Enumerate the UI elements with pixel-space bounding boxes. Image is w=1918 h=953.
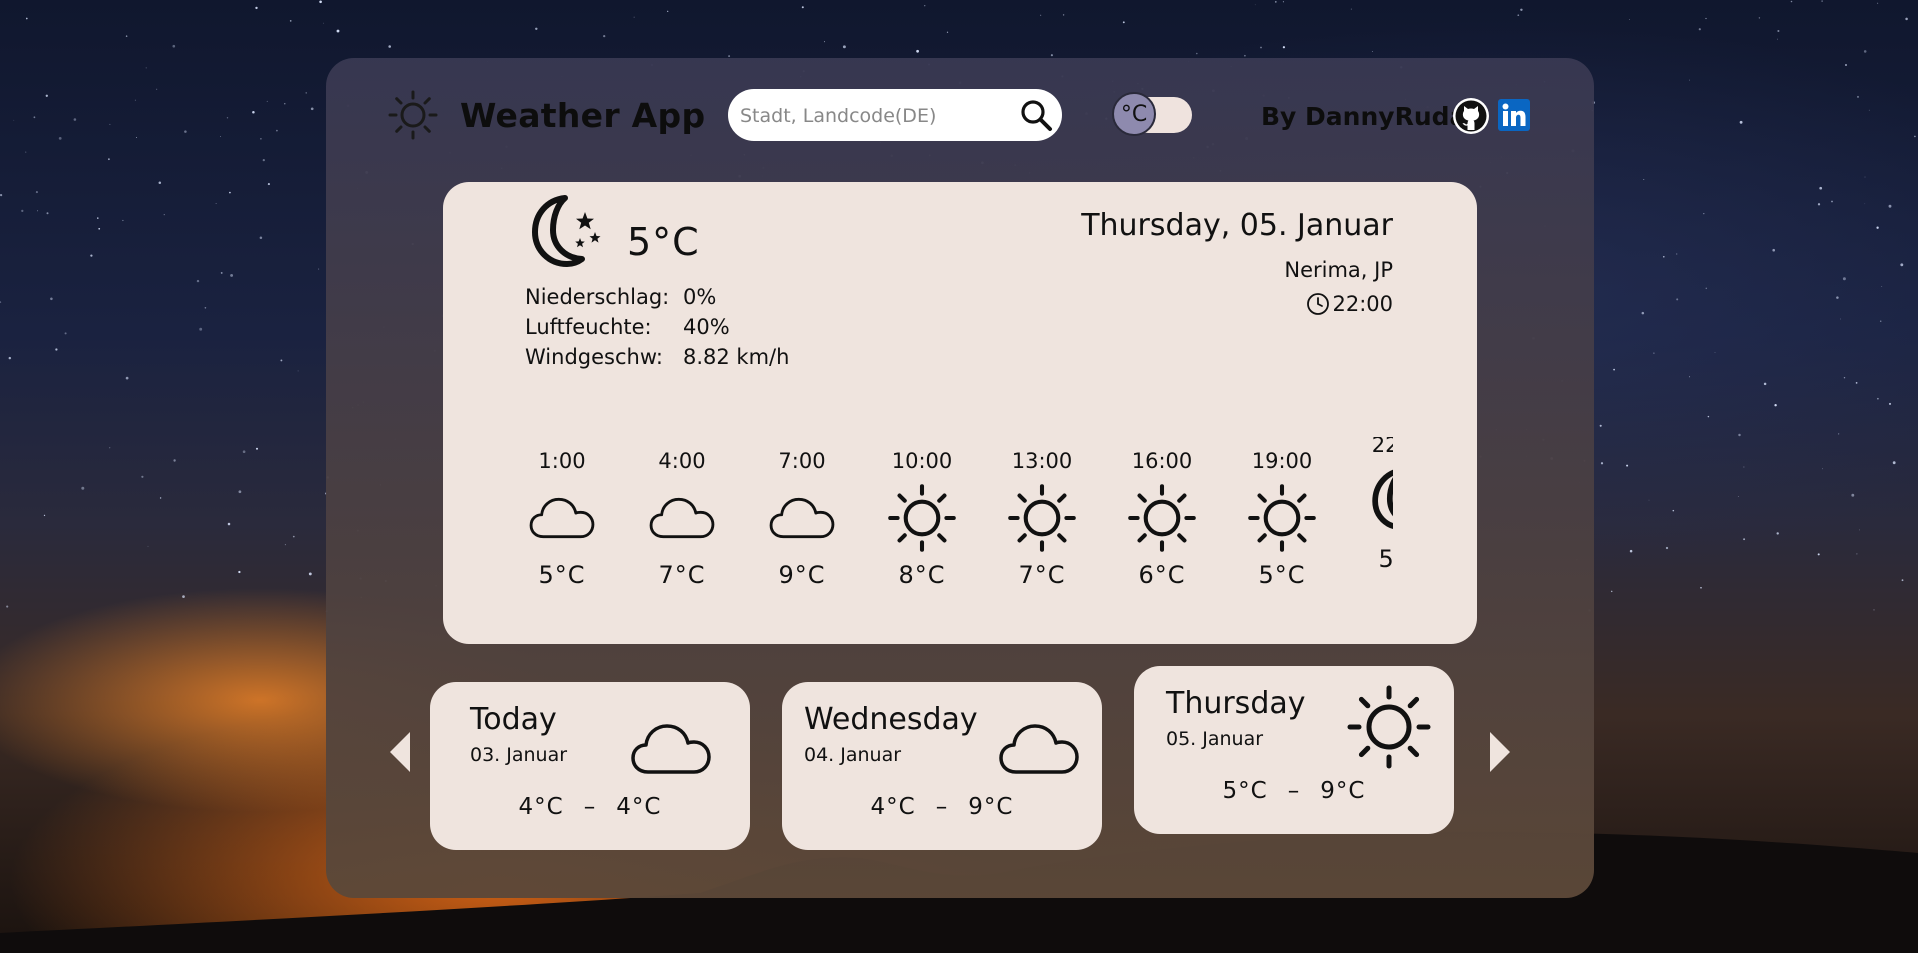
cloud-icon xyxy=(649,497,715,539)
min-temp: 5°C xyxy=(1222,778,1268,804)
hourly-temp: 6°C xyxy=(1138,561,1186,589)
min-temp: 4°C xyxy=(870,794,916,820)
day-name: Wednesday xyxy=(804,702,978,737)
hourly-item: 1:00 5°C xyxy=(525,437,599,607)
city-search-input[interactable] xyxy=(738,99,1012,133)
sun-logo-icon xyxy=(388,90,438,140)
day-name: Thursday xyxy=(1166,686,1306,721)
header: Weather App °C By DannyRuda xyxy=(326,58,1594,174)
hourly-time: 4:00 xyxy=(658,449,706,473)
detail-precipitation: Niederschlag: 0% xyxy=(525,282,789,312)
github-icon[interactable] xyxy=(1452,97,1490,135)
sun-icon xyxy=(887,483,957,553)
hourly-time: 7:00 xyxy=(778,449,826,473)
current-date: Thursday, 05. Januar xyxy=(1081,208,1393,243)
range-dash: – xyxy=(935,794,949,820)
cloud-icon xyxy=(999,724,1079,774)
hourly-time: 1:00 xyxy=(538,449,586,473)
range-dash: – xyxy=(583,794,597,820)
hourly-time: 10:00 xyxy=(891,449,953,473)
temp-range: 5°C –9°C xyxy=(1134,778,1454,804)
temp-range: 4°C –4°C xyxy=(430,794,750,820)
detail-wind: Windgeschw: 8.82 km/h xyxy=(525,342,789,372)
hourly-item: 13:00 7°C xyxy=(1005,437,1079,607)
next-day-arrow-icon[interactable] xyxy=(1486,730,1512,774)
prev-day-arrow-icon[interactable] xyxy=(388,730,414,774)
moon-stars-icon xyxy=(532,195,601,267)
cloud-icon xyxy=(529,497,595,539)
day-card-thursday[interactable]: Thursday 05. Januar 5°C –9°C xyxy=(1134,666,1454,834)
clock-icon xyxy=(1307,293,1330,315)
hourly-item: 4:00 7°C xyxy=(645,437,719,607)
hourly-item: 7:00 9°C xyxy=(765,437,839,607)
hourly-time: 19:00 xyxy=(1251,449,1313,473)
search-box xyxy=(728,89,1062,141)
day-date: 04. Januar xyxy=(804,744,902,766)
moon-icon xyxy=(1367,467,1393,537)
hourly-item: 22:00 5°C xyxy=(1365,437,1393,591)
range-dash: – xyxy=(1287,778,1301,804)
unit-toggle[interactable]: °C xyxy=(1112,92,1192,136)
hourly-temp: 5°C xyxy=(1378,545,1393,573)
detail-value: 0% xyxy=(683,285,717,309)
detail-value: 8.82 km/h xyxy=(683,345,790,369)
linkedin-icon[interactable] xyxy=(1498,99,1530,131)
hourly-temp: 5°C xyxy=(538,561,586,589)
temp-range: 4°C –9°C xyxy=(782,794,1102,820)
day-date: 05. Januar xyxy=(1166,728,1264,750)
day-name: Today xyxy=(470,702,557,737)
day-card-wednesday[interactable]: Wednesday 04. Januar 4°C –9°C xyxy=(782,682,1102,850)
detail-value: 40% xyxy=(683,315,730,339)
max-temp: 9°C xyxy=(968,794,1014,820)
day-date: 03. Januar xyxy=(470,744,568,766)
current-location: Nerima, JP xyxy=(1284,258,1393,282)
detail-label: Niederschlag: xyxy=(525,285,670,309)
sun-icon xyxy=(1247,483,1317,553)
cloud-icon xyxy=(631,724,711,774)
sun-icon xyxy=(1127,483,1197,553)
hourly-time: 16:00 xyxy=(1131,449,1193,473)
current-temperature: 5°C xyxy=(627,220,700,264)
detail-label: Luftfeuchte: xyxy=(525,315,652,339)
hourly-item: 19:00 5°C xyxy=(1245,437,1319,607)
hourly-item: 10:00 8°C xyxy=(885,437,959,607)
toggle-knob[interactable]: °C xyxy=(1112,92,1156,136)
time-text: 22:00 xyxy=(1332,292,1393,316)
detail-humidity: Luftfeuchte: 40% xyxy=(525,312,789,342)
sun-icon xyxy=(1346,684,1432,770)
hourly-forecast: 1:00 5°C 4:00 7°C 7:00 9°C 10:00 8°C 13:00 7°C 16:… xyxy=(525,437,1393,607)
hourly-time: 22:00 xyxy=(1371,437,1393,457)
weather-app-panel: Weather App °C By DannyRuda xyxy=(326,58,1594,898)
max-temp: 4°C xyxy=(616,794,662,820)
cloud-icon xyxy=(769,497,835,539)
min-temp: 4°C xyxy=(518,794,564,820)
search-icon[interactable] xyxy=(1018,97,1054,133)
hourly-time: 13:00 xyxy=(1011,449,1073,473)
detail-label: Windgeschw: xyxy=(525,345,663,369)
hourly-temp: 7°C xyxy=(658,561,706,589)
max-temp: 9°C xyxy=(1320,778,1366,804)
sun-icon xyxy=(1007,483,1077,553)
current-weather-card: 5°C Niederschlag: 0% Luftfeuchte: 40% Wi… xyxy=(443,182,1477,644)
hourly-temp: 5°C xyxy=(1258,561,1306,589)
hourly-temp: 7°C xyxy=(1018,561,1066,589)
hourly-item: 16:00 6°C xyxy=(1125,437,1199,607)
hourly-temp: 8°C xyxy=(898,561,946,589)
weather-details: Niederschlag: 0% Luftfeuchte: 40% Windge… xyxy=(525,282,789,372)
day-card-today[interactable]: Today 03. Januar 4°C –4°C xyxy=(430,682,750,850)
app-title: Weather App xyxy=(460,96,706,135)
current-time: 22:00 xyxy=(1306,292,1393,316)
hourly-temp: 9°C xyxy=(778,561,826,589)
author-credit: By DannyRuda xyxy=(1261,102,1467,131)
